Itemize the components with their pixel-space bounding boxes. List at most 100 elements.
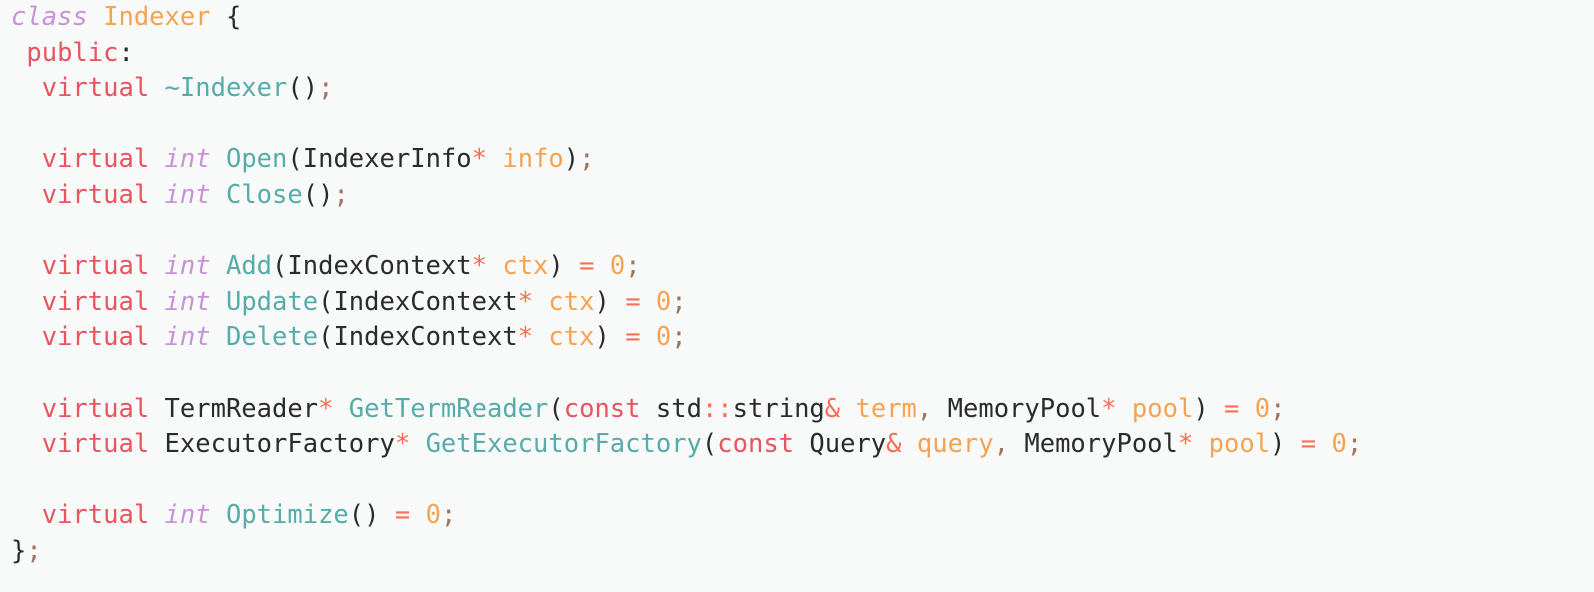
code-token: ; [1346, 429, 1363, 460]
code-line[interactable]: virtual ~Indexer(); [0, 71, 1594, 107]
code-token: info [502, 144, 564, 175]
code-token: () [302, 179, 334, 210]
code-token: ( [701, 429, 718, 460]
code-line[interactable]: virtual TermReader* GetTermReader(const … [0, 392, 1594, 428]
code-token: 0 [1331, 429, 1347, 460]
code-token: = [625, 286, 641, 317]
code-token: * [471, 251, 487, 282]
code-token: string [732, 393, 825, 424]
code-line-blank[interactable]: ​ [0, 107, 1594, 143]
code-token: ) [548, 251, 564, 282]
code-line[interactable]: virtual ExecutorFactory* GetExecutorFact… [0, 427, 1594, 463]
code-line[interactable]: public: [0, 36, 1594, 72]
code-token: = [394, 500, 411, 531]
code-token: int [164, 179, 211, 210]
code-line[interactable]: virtual int Open(IndexerInfo* info); [0, 142, 1594, 178]
code-token: * [394, 429, 411, 460]
code-token: ( [272, 251, 288, 282]
code-line[interactable]: class Indexer { [0, 0, 1594, 36]
code-token: virtual [41, 73, 150, 104]
code-token: () [287, 73, 319, 104]
code-line[interactable]: virtual int Close(); [0, 178, 1594, 214]
code-token: MemoryPool [1024, 429, 1178, 460]
code-token: ( [287, 144, 303, 175]
code-block[interactable]: class Indexer { public: virtual ~Indexer… [0, 0, 1594, 570]
code-line-blank[interactable]: ​ [0, 214, 1594, 250]
code-token: = [1300, 429, 1317, 460]
code-token: 0 [425, 500, 441, 531]
code-token: public [26, 37, 119, 68]
code-token: int [164, 500, 211, 531]
code-token: , [916, 393, 933, 424]
code-token: = [1224, 393, 1240, 424]
code-line[interactable]: virtual int Add(IndexContext* ctx) = 0; [0, 249, 1594, 285]
code-token: ; [440, 500, 457, 531]
code-token: ) [594, 322, 610, 353]
code-token: ) [1193, 393, 1209, 424]
code-token: = [579, 251, 595, 282]
code-token: ; [625, 251, 641, 282]
code-editor-surface[interactable]: class Indexer { public: virtual ~Indexer… [0, 0, 1594, 592]
code-token: } [11, 535, 27, 566]
code-token: Query [809, 429, 887, 460]
code-token: Add [225, 251, 273, 282]
code-token: ctx [502, 251, 549, 282]
code-token: & [824, 393, 841, 424]
code-token: virtual [41, 393, 150, 424]
code-line[interactable]: virtual int Update(IndexContext* ctx) = … [0, 285, 1594, 321]
code-token: ) [1270, 429, 1286, 460]
code-token: Delete [225, 322, 319, 353]
code-token: ctx [548, 322, 595, 353]
code-token: virtual [41, 286, 150, 317]
code-line-blank[interactable]: ​ [0, 356, 1594, 392]
code-token: ( [318, 286, 334, 317]
code-token: virtual [41, 179, 150, 210]
code-token: Open [225, 144, 288, 175]
code-token: * [1101, 393, 1117, 424]
code-line[interactable]: virtual int Optimize() = 0; [0, 498, 1594, 534]
code-token: * [471, 144, 487, 175]
code-token: :: [701, 393, 733, 424]
code-token: pool [1131, 393, 1194, 424]
code-line-blank[interactable]: ​ [0, 463, 1594, 499]
code-token: ) [594, 286, 610, 317]
code-token: Indexer [103, 2, 211, 32]
code-token: int [164, 251, 211, 282]
code-line[interactable]: }; [0, 534, 1594, 570]
code-token: IndexContext [287, 251, 472, 282]
code-token: Close [225, 179, 303, 210]
code-token: const [717, 429, 795, 460]
code-token: ) [563, 144, 580, 175]
code-line[interactable]: virtual int Delete(IndexContext* ctx) = … [0, 320, 1594, 356]
code-token: Update [225, 286, 319, 317]
code-token: GetExecutorFactory [425, 429, 702, 460]
code-token: 0 [609, 251, 626, 282]
code-token: ; [671, 322, 687, 353]
code-token: ; [579, 144, 595, 175]
